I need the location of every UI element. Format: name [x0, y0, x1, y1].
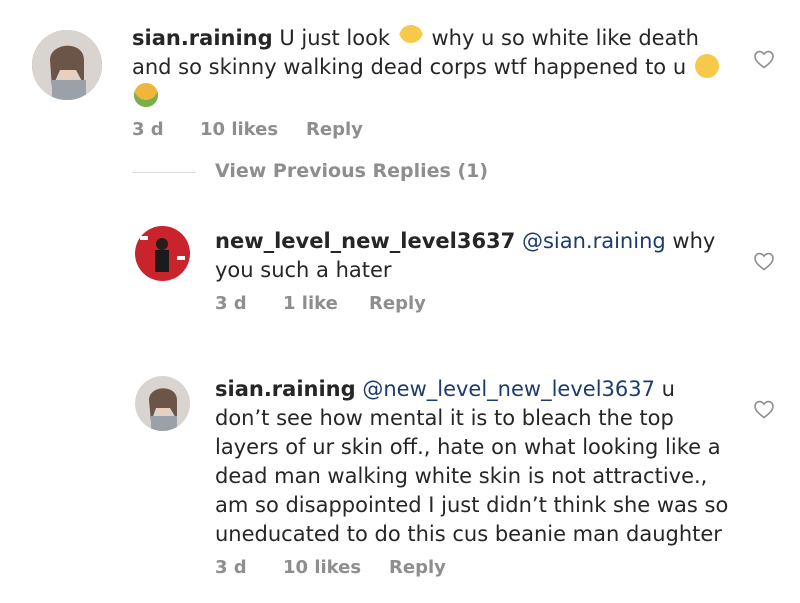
mention-link[interactable]: @new_level_new_level3637	[362, 377, 655, 401]
comment-time: 3 d	[215, 293, 247, 314]
reply-button[interactable]: Reply	[306, 119, 363, 140]
face-screaming-emoji	[694, 54, 719, 78]
comment-time: 3 d	[215, 557, 247, 578]
avatar-photo	[135, 376, 190, 431]
heart-outline-icon[interactable]	[751, 47, 777, 71]
divider-line	[132, 172, 196, 173]
comment-text: new_level_new_level3637 @sian.raining wh…	[215, 227, 740, 285]
avatar[interactable]	[135, 376, 190, 431]
avatar[interactable]	[32, 30, 102, 100]
comment-meta: 3 d 10 likes Reply	[215, 557, 735, 578]
avatar[interactable]	[135, 226, 190, 281]
avatar-photo	[135, 226, 190, 281]
comment-text-part: U just look	[279, 26, 391, 50]
reply-button[interactable]: Reply	[389, 557, 446, 578]
face-vomiting-emoji	[134, 83, 158, 107]
comment-likes[interactable]: 10 likes	[200, 119, 306, 140]
comment-meta: 3 d 10 likes Reply	[132, 119, 732, 140]
view-previous-replies-link[interactable]: View Previous Replies (1)	[215, 160, 488, 182]
comment-likes[interactable]: 10 likes	[283, 557, 389, 578]
comment-meta: 3 d 1 like Reply	[215, 293, 740, 314]
comment-text: sian.raining @new_level_new_level3637 u …	[215, 375, 735, 549]
comment-time: 3 d	[132, 119, 164, 140]
mention-link[interactable]: @sian.raining	[522, 229, 666, 253]
comment-username[interactable]: new_level_new_level3637	[215, 229, 515, 253]
face-with-bandage-emoji	[398, 25, 423, 49]
heart-outline-icon[interactable]	[751, 249, 777, 273]
comment-likes[interactable]: 1 like	[283, 293, 369, 314]
comment-username[interactable]: sian.raining	[215, 377, 356, 401]
comment-text: sian.raining U just look why u so white …	[132, 24, 732, 111]
comment-username[interactable]: sian.raining	[132, 26, 273, 50]
reply-button[interactable]: Reply	[369, 293, 426, 314]
comment-thread: sian.raining U just look why u so white …	[0, 0, 800, 603]
comment-text-part: u don’t see how mental it is to bleach t…	[215, 377, 729, 546]
avatar-photo	[32, 30, 102, 100]
heart-outline-icon[interactable]	[751, 397, 777, 421]
